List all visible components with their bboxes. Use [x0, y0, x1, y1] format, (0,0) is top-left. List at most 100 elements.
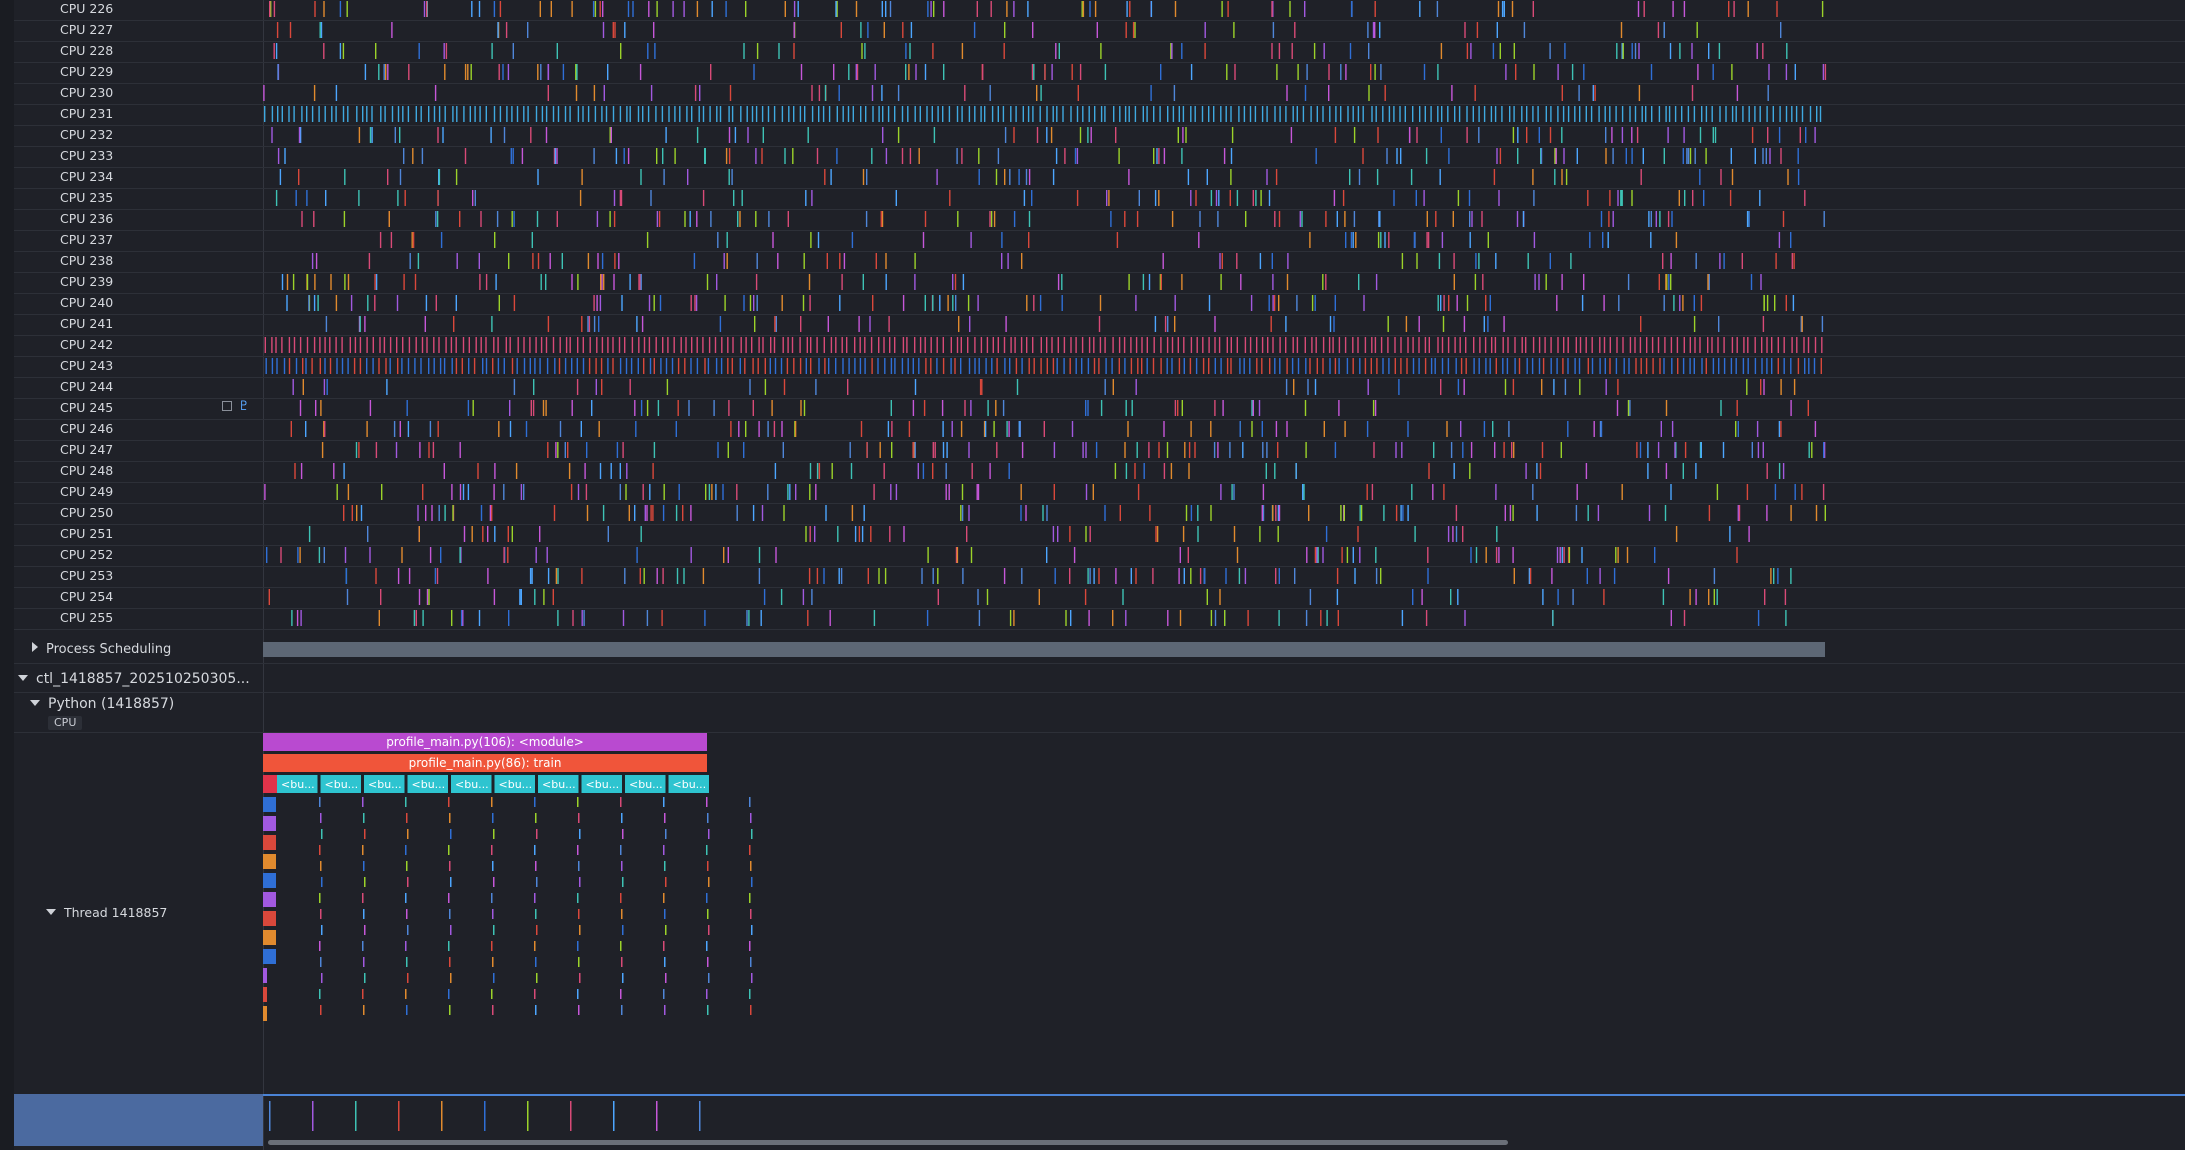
- process-scheduling-bar[interactable]: [263, 642, 1825, 657]
- cpu-track-row[interactable]: CPU 248: [14, 461, 2185, 483]
- horizontal-scrollbar[interactable]: [268, 1140, 1508, 1145]
- cpu-slice-canvas[interactable]: [263, 272, 2185, 293]
- cpu-slice: [1770, 568, 1772, 584]
- cpu-slice: [277, 148, 280, 164]
- cpu-track-row[interactable]: CPU 242: [14, 335, 2185, 357]
- cpu-slice: [339, 1, 342, 17]
- cpu-track-row[interactable]: CPU 250: [14, 503, 2185, 525]
- cpu-slice-canvas[interactable]: [263, 251, 2185, 272]
- cpu-slice: [1665, 463, 1668, 479]
- cpu-track-row[interactable]: CPU 231: [14, 104, 2185, 126]
- cpu-track-row[interactable]: CPU 246: [14, 419, 2185, 441]
- cpu-track-row[interactable]: CPU 249: [14, 482, 2185, 504]
- cpu-slice: [973, 22, 976, 38]
- cpu-slice-canvas[interactable]: [263, 293, 2185, 314]
- cpu-slice: [773, 106, 776, 122]
- process-scheduling-toggle[interactable]: Process Scheduling: [32, 642, 171, 657]
- minimap-selection-handle[interactable]: [14, 1094, 263, 1146]
- cpu-track-row[interactable]: CPU 255: [14, 608, 2185, 630]
- cpu-track-row[interactable]: CPU 241: [14, 314, 2185, 336]
- cpu-slice-canvas[interactable]: [263, 209, 2185, 230]
- cpu-slice-canvas[interactable]: [263, 335, 2185, 356]
- cpu-slice: [1325, 211, 1327, 227]
- cpu-slice-canvas[interactable]: [263, 125, 2185, 146]
- cpu-slice-canvas[interactable]: [263, 356, 2185, 377]
- cpu-slice: [840, 22, 842, 38]
- cpu-slice-canvas[interactable]: [263, 524, 2185, 545]
- cpu-track-row[interactable]: CPU 247: [14, 440, 2185, 462]
- cpu-slice: [879, 442, 881, 458]
- pin-icon[interactable]: ♇: [238, 400, 250, 413]
- cpu-track-row[interactable]: CPU 229: [14, 62, 2185, 84]
- cpu-slice-canvas[interactable]: [263, 167, 2185, 188]
- checkbox-icon[interactable]: [222, 401, 232, 411]
- cpu-slice: [298, 127, 301, 143]
- cpu-track-row[interactable]: CPU 236: [14, 209, 2185, 231]
- cpu-track-row[interactable]: CPU 252: [14, 545, 2185, 567]
- process-group-header[interactable]: ctl_1418857_202510250305...: [14, 668, 2185, 693]
- cpu-track-row[interactable]: CPU 251: [14, 524, 2185, 546]
- cpu-track-row[interactable]: CPU 230: [14, 83, 2185, 105]
- cpu-slice: [881, 211, 884, 227]
- cpu-track-row[interactable]: CPU 243: [14, 356, 2185, 378]
- cpu-slice-canvas[interactable]: [263, 545, 2185, 566]
- cpu-slice-canvas[interactable]: [263, 230, 2185, 251]
- cpu-slice-canvas[interactable]: [263, 188, 2185, 209]
- cpu-track-row[interactable]: CPU 238: [14, 251, 2185, 273]
- cpu-slice-canvas[interactable]: [263, 503, 2185, 524]
- cpu-slice-canvas[interactable]: [263, 62, 2185, 83]
- cpu-slice: [451, 484, 453, 500]
- cpu-slice-canvas[interactable]: [263, 83, 2185, 104]
- cpu-track-row[interactable]: CPU 254: [14, 587, 2185, 609]
- cpu-slice-canvas[interactable]: [263, 0, 2185, 20]
- cpu-track-row[interactable]: CPU 228: [14, 41, 2185, 63]
- cpu-slice-canvas[interactable]: [263, 587, 2185, 608]
- cpu-slice: [390, 232, 393, 248]
- cpu-slice: [1509, 505, 1512, 521]
- collapse-caret-icon[interactable]: [30, 700, 40, 706]
- cpu-slice: [517, 337, 519, 353]
- cpu-slice-canvas[interactable]: [263, 146, 2185, 167]
- cpu-slice-canvas[interactable]: [263, 440, 2185, 461]
- cpu-chip[interactable]: CPU: [48, 716, 83, 730]
- cpu-track-row[interactable]: CPU 235: [14, 188, 2185, 210]
- cpu-track-row[interactable]: CPU 234: [14, 167, 2185, 189]
- cpu-slice-canvas[interactable]: [263, 566, 2185, 587]
- cpu-slice-canvas[interactable]: [263, 461, 2185, 482]
- cpu-slice-canvas[interactable]: [263, 398, 2185, 419]
- cpu-slice-canvas[interactable]: [263, 104, 2185, 125]
- cpu-slice: [1723, 358, 1726, 374]
- cpu-slice-canvas[interactable]: [263, 419, 2185, 440]
- flame-sample: [534, 941, 536, 951]
- cpu-slice: [850, 463, 853, 479]
- cpu-track-row[interactable]: CPU 226: [14, 0, 2185, 21]
- cpu-slice: [1400, 358, 1402, 374]
- cpu-track-row[interactable]: CPU 233: [14, 146, 2185, 168]
- cpu-track-row[interactable]: CPU 237: [14, 230, 2185, 252]
- cpu-slice-canvas[interactable]: [263, 377, 2185, 398]
- cpu-slice: [1177, 127, 1179, 143]
- cpu-track-row[interactable]: CPU 227: [14, 20, 2185, 42]
- expand-caret-icon[interactable]: [32, 642, 38, 652]
- overview-minimap[interactable]: [263, 1097, 2185, 1137]
- python-process-header[interactable]: Python (1418857) CPU: [14, 694, 2185, 733]
- cpu-track-row[interactable]: CPU 240: [14, 293, 2185, 315]
- cpu-track-row[interactable]: CPU 232: [14, 125, 2185, 147]
- cpu-slice: [1277, 526, 1279, 542]
- cpu-slice-canvas[interactable]: [263, 41, 2185, 62]
- cpu-track-row[interactable]: CPU 245 ♇: [14, 398, 2185, 420]
- cpu-track-row[interactable]: CPU 253: [14, 566, 2185, 588]
- cpu-slice-canvas[interactable]: [263, 482, 2185, 503]
- cpu-track-row[interactable]: CPU 239: [14, 272, 2185, 294]
- process-scheduling-track[interactable]: Process Scheduling: [14, 636, 2185, 664]
- cpu-slice-canvas[interactable]: [263, 20, 2185, 41]
- flame-graph[interactable]: profile_main.py(106): <module>profile_ma…: [263, 733, 2185, 1095]
- cpu-slice: [264, 484, 266, 500]
- collapse-caret-icon[interactable]: [46, 909, 56, 915]
- cpu-slice: [1337, 610, 1339, 626]
- thread-toggle[interactable]: Thread 1418857: [46, 905, 167, 920]
- collapse-caret-icon[interactable]: [18, 675, 28, 681]
- cpu-slice-canvas[interactable]: [263, 314, 2185, 335]
- cpu-slice-canvas[interactable]: [263, 608, 2185, 629]
- cpu-track-row[interactable]: CPU 244: [14, 377, 2185, 399]
